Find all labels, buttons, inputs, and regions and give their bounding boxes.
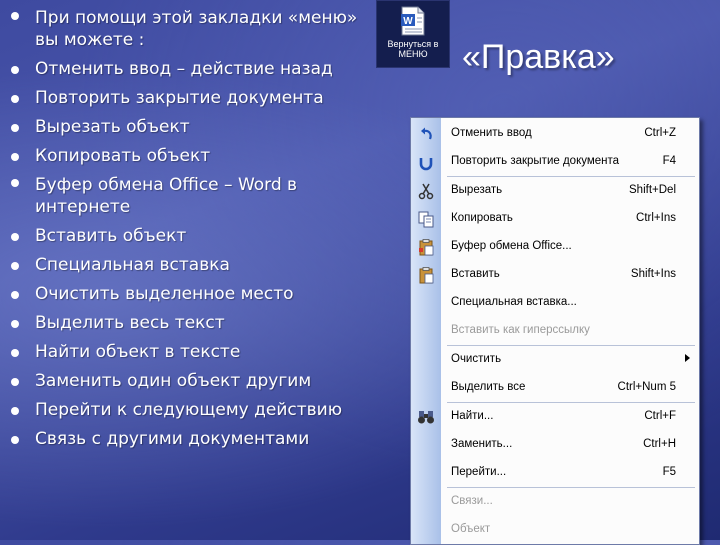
bullet-item: Связь с другими документами xyxy=(8,425,373,454)
bullet-item: Отменить ввод – действие назад xyxy=(8,55,373,84)
menu-item-redo[interactable]: Повторить закрытие документа F4 xyxy=(411,148,699,176)
copy-icon xyxy=(418,211,434,228)
bullet-item: Буфер обмена Office – Word в интернете xyxy=(8,171,373,222)
menu-item-find[interactable]: Найти... Ctrl+F xyxy=(411,403,699,431)
bullet-item: Выделить весь текст xyxy=(8,309,373,338)
bullet-item: При помощи этой закладки «меню» вы может… xyxy=(8,4,373,55)
bullet-item: Повторить закрытие документа xyxy=(8,84,373,113)
undo-icon xyxy=(421,127,432,140)
menu-item-go-to[interactable]: Перейти... F5 xyxy=(411,459,699,487)
bullet-item: Найти объект в тексте xyxy=(8,338,373,367)
menu-item-copy[interactable]: Копировать Ctrl+Ins xyxy=(411,205,699,233)
back-button-label: Вернуться в МЕНЮ xyxy=(387,39,439,59)
redo-icon xyxy=(419,158,433,171)
bullet-item: Вставить объект xyxy=(8,222,373,251)
bullet-item: Специальная вставка xyxy=(8,251,373,280)
scissors-icon xyxy=(418,183,434,200)
menu-item-paste-special[interactable]: Специальная вставка... xyxy=(411,289,699,317)
binoculars-icon xyxy=(418,411,434,424)
edit-menu: Отменить ввод Ctrl+Z Повторить закрытие … xyxy=(410,117,700,545)
paste-icon xyxy=(419,267,434,284)
back-to-menu-button[interactable]: W Вернуться в МЕНЮ xyxy=(376,0,450,68)
slide-title: «Правка» xyxy=(462,38,615,76)
clipboard-icon xyxy=(419,239,434,256)
menu-item-office-clipboard[interactable]: Буфер обмена Office... xyxy=(411,233,699,261)
menu-item-undo[interactable]: Отменить ввод Ctrl+Z xyxy=(411,120,699,148)
menu-item-links[interactable]: Связи... xyxy=(411,488,699,516)
bullet-item: Очистить выделенное место xyxy=(8,280,373,309)
menu-item-paste-as-hyperlink[interactable]: Вставить как гиперссылку xyxy=(411,317,699,345)
menu-item-replace[interactable]: Заменить... Ctrl+H xyxy=(411,431,699,459)
bullet-item: Перейти к следующему действию xyxy=(8,396,373,425)
bullet-item: Вырезать объект xyxy=(8,113,373,142)
submenu-arrow-icon xyxy=(685,354,690,362)
menu-item-clear[interactable]: Очистить xyxy=(411,346,699,374)
menu-item-cut[interactable]: Вырезать Shift+Del xyxy=(411,177,699,205)
bullet-item: Копировать объект xyxy=(8,142,373,171)
svg-text:W: W xyxy=(403,16,413,27)
menu-item-paste[interactable]: Вставить Shift+Ins xyxy=(411,261,699,289)
bullet-list: При помощи этой закладки «меню» вы может… xyxy=(8,4,373,454)
menu-item-select-all[interactable]: Выделить все Ctrl+Num 5 xyxy=(411,374,699,402)
bullet-item: Заменить один объект другим xyxy=(8,367,373,396)
word-document-icon: W xyxy=(401,6,425,36)
